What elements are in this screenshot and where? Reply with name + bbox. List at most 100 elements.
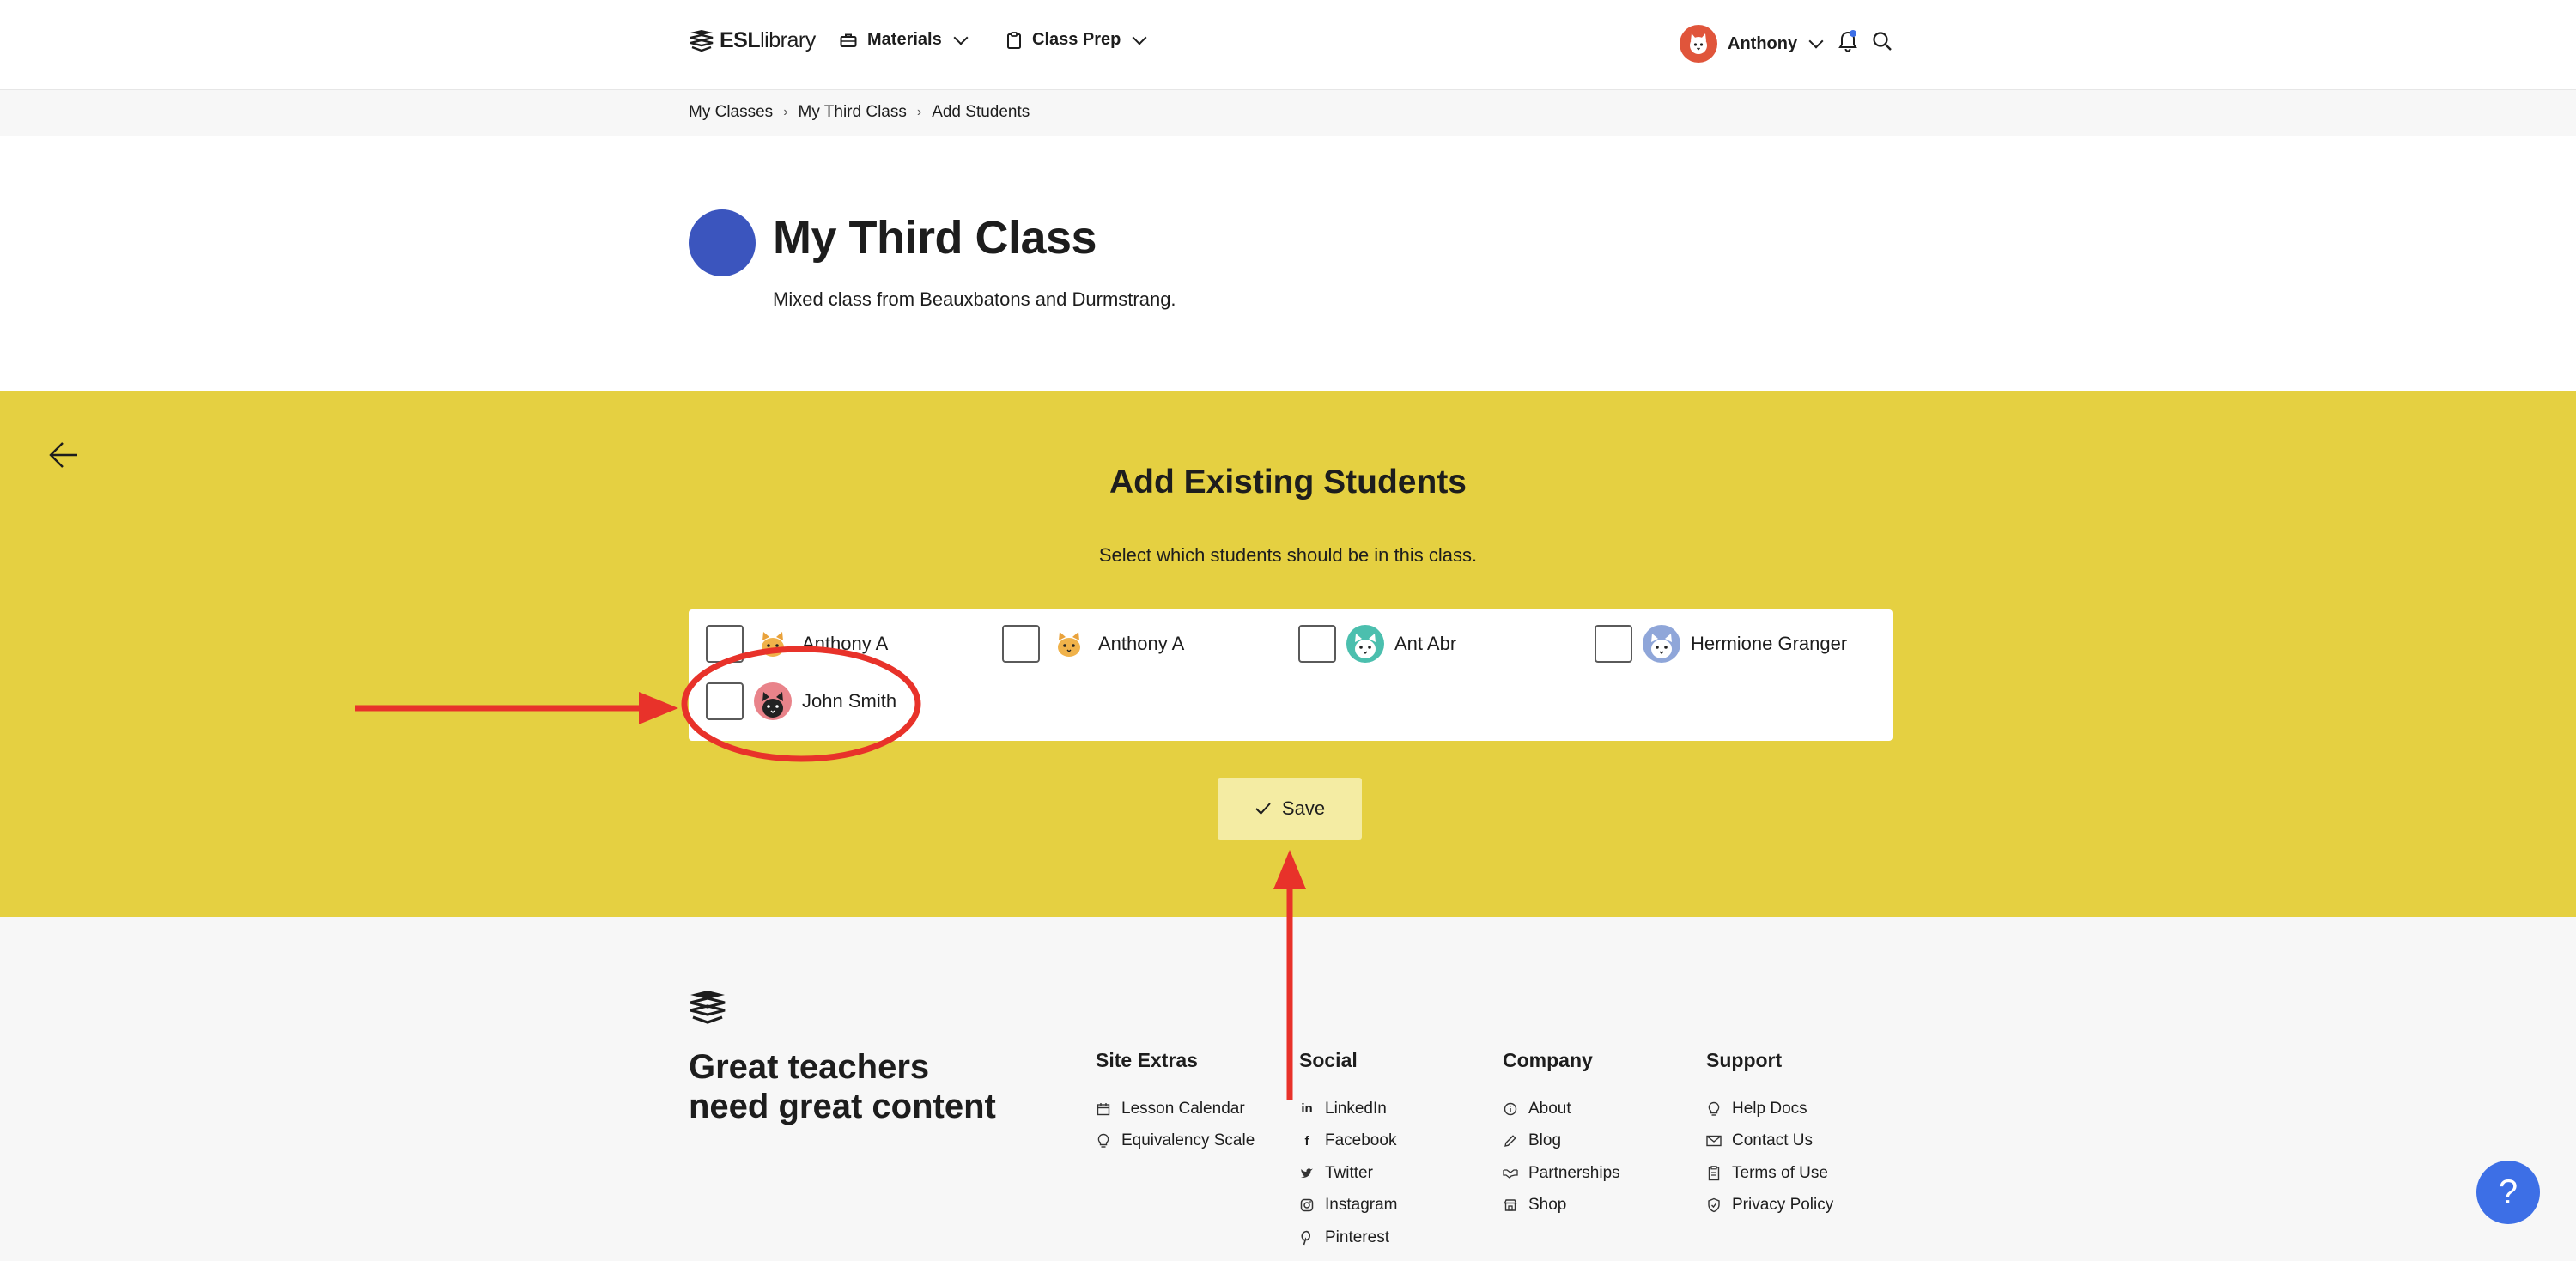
info-icon: [1503, 1101, 1518, 1117]
footer-link-label: Privacy Policy: [1732, 1196, 1834, 1215]
footer-link-label: Terms of Use: [1732, 1163, 1828, 1182]
student-name: Anthony A: [1098, 633, 1185, 654]
footer-link-linkedin[interactable]: in LinkedIn: [1299, 1093, 1397, 1125]
student-checkbox[interactable]: [1595, 625, 1632, 663]
footer-column-title: Site Extras: [1096, 1049, 1198, 1071]
footer-link-label: Equivalency Scale: [1121, 1131, 1255, 1150]
student-item[interactable]: John Smith: [706, 682, 896, 720]
student-checkbox[interactable]: [706, 682, 744, 720]
help-question-icon: ?: [2498, 1173, 2518, 1211]
footer-link-label: Pinterest: [1325, 1228, 1389, 1246]
avatar: [1680, 25, 1717, 63]
footer-link-equivalency-scale[interactable]: Equivalency Scale: [1096, 1125, 1255, 1158]
footer-link-help-docs[interactable]: Help Docs: [1706, 1093, 1833, 1125]
chevron-down-icon: [953, 30, 969, 45]
teal-cat-avatar-icon: [1346, 625, 1384, 663]
footer-link-blog[interactable]: Blog: [1503, 1125, 1620, 1158]
nav-materials-label: Materials: [867, 30, 942, 49]
shield-icon: [1706, 1197, 1722, 1213]
twitter-icon: [1299, 1166, 1315, 1181]
logo-text-rest: library: [760, 28, 816, 52]
blue-cat-avatar-icon: [1643, 625, 1680, 663]
footer-link-shop[interactable]: Shop: [1503, 1190, 1620, 1222]
user-name: Anthony: [1728, 33, 1798, 53]
search-button[interactable]: [1872, 31, 1893, 56]
help-docs-icon: [1706, 1101, 1722, 1117]
logo-text: ESLlibrary: [720, 28, 816, 53]
chevron-down-icon: [1808, 33, 1824, 49]
footer-link-facebook[interactable]: f Facebook: [1299, 1125, 1397, 1158]
search-icon: [1873, 32, 1892, 51]
class-color-dot: [689, 209, 756, 276]
footer-column-social: Social in LinkedIn f Facebook Twitter Inst…: [1299, 1049, 1397, 1254]
footer-link-label: Facebook: [1325, 1131, 1397, 1150]
footer-link-label: LinkedIn: [1325, 1099, 1387, 1118]
student-checkbox[interactable]: [1002, 625, 1040, 663]
student-checkbox[interactable]: [706, 625, 744, 663]
footer-link-twitter[interactable]: Twitter: [1299, 1157, 1397, 1190]
breadcrumb-current: Add Students: [932, 103, 1030, 121]
handshake-icon: [1503, 1166, 1518, 1181]
lightbulb-icon: [1096, 1133, 1111, 1149]
facebook-icon: f: [1304, 1133, 1309, 1149]
orange-cat-avatar-icon: [1050, 625, 1088, 663]
black-cat-avatar-icon: [754, 682, 792, 720]
footer-column-support: Support Help Docs Contact Us Terms of Us…: [1706, 1049, 1833, 1222]
breadcrumb: My Classes › My Third Class › Add Studen…: [689, 103, 1030, 122]
instagram-icon: [1299, 1197, 1315, 1213]
footer-link-privacy-policy[interactable]: Privacy Policy: [1706, 1190, 1833, 1222]
briefcase-icon: [840, 33, 857, 47]
chevron-right-icon: ›: [916, 105, 922, 119]
footer-link-label: Partnerships: [1528, 1163, 1620, 1182]
nav-class-prep-label: Class Prep: [1032, 30, 1121, 49]
tagline-line-2: need great content: [689, 1088, 996, 1125]
footer-link-terms-of-use[interactable]: Terms of Use: [1706, 1157, 1833, 1190]
footer-link-label: Blog: [1528, 1131, 1562, 1150]
student-item[interactable]: Ant Abr: [1298, 625, 1456, 663]
footer-link-instagram[interactable]: Instagram: [1299, 1190, 1397, 1222]
linkedin-icon: in: [1301, 1101, 1313, 1117]
cat-face-icon: [1690, 33, 1707, 54]
footer-link-about[interactable]: About: [1503, 1093, 1620, 1125]
shop-icon: [1503, 1197, 1518, 1213]
footer-link-lesson-calendar[interactable]: Lesson Calendar: [1096, 1093, 1255, 1125]
breadcrumb-my-classes[interactable]: My Classes: [689, 103, 773, 122]
breadcrumb-my-third-class[interactable]: My Third Class: [799, 103, 907, 122]
footer-column-company: Company About Blog Partnerships Shop: [1503, 1049, 1620, 1222]
footer-link-contact-us[interactable]: Contact Us: [1706, 1125, 1833, 1158]
esl-library-logo[interactable]: ESLlibrary: [689, 28, 816, 53]
user-menu[interactable]: Anthony: [1680, 25, 1824, 63]
footer-column-site-extras: Site Extras Lesson Calendar Equivalency …: [1096, 1049, 1255, 1157]
pinterest-icon: [1299, 1230, 1315, 1246]
chevron-right-icon: ›: [783, 105, 788, 119]
document-icon: [1706, 1165, 1722, 1181]
clipboard-icon: [1007, 31, 1021, 49]
student-item[interactable]: Anthony A: [706, 625, 888, 663]
orange-cat-avatar-icon: [754, 625, 792, 663]
student-item[interactable]: Anthony A: [1002, 625, 1184, 663]
student-name: Anthony A: [802, 633, 889, 654]
help-button[interactable]: ?: [2476, 1161, 2540, 1224]
footer-link-pinterest[interactable]: Pinterest: [1299, 1222, 1397, 1254]
footer-link-label: About: [1528, 1099, 1571, 1118]
student-name: Hermione Granger: [1691, 633, 1848, 654]
nav-class-prep[interactable]: Class Prep: [1006, 30, 1147, 50]
notifications-button[interactable]: [1838, 29, 1857, 56]
checkmark-icon: [1255, 803, 1271, 815]
nav-materials[interactable]: Materials: [840, 30, 969, 50]
footer-link-label: Twitter: [1325, 1163, 1373, 1182]
save-button-label: Save: [1281, 797, 1326, 819]
student-checkbox[interactable]: [1298, 625, 1336, 663]
footer-link-label: Help Docs: [1732, 1099, 1807, 1118]
footer-logo[interactable]: [689, 989, 726, 1033]
book-stack-icon: [690, 29, 714, 52]
footer-link-partnerships[interactable]: Partnerships: [1503, 1157, 1620, 1190]
footer-link-label: Shop: [1528, 1196, 1567, 1215]
top-header: [0, 0, 2576, 90]
save-button[interactable]: Save: [1218, 778, 1362, 840]
calendar-icon: [1096, 1101, 1111, 1117]
student-item[interactable]: Hermione Granger: [1595, 625, 1847, 663]
section-title: Add Existing Students: [1109, 464, 1467, 500]
book-stack-icon: [690, 991, 726, 1024]
tagline-line-1: Great teachers: [689, 1048, 930, 1086]
